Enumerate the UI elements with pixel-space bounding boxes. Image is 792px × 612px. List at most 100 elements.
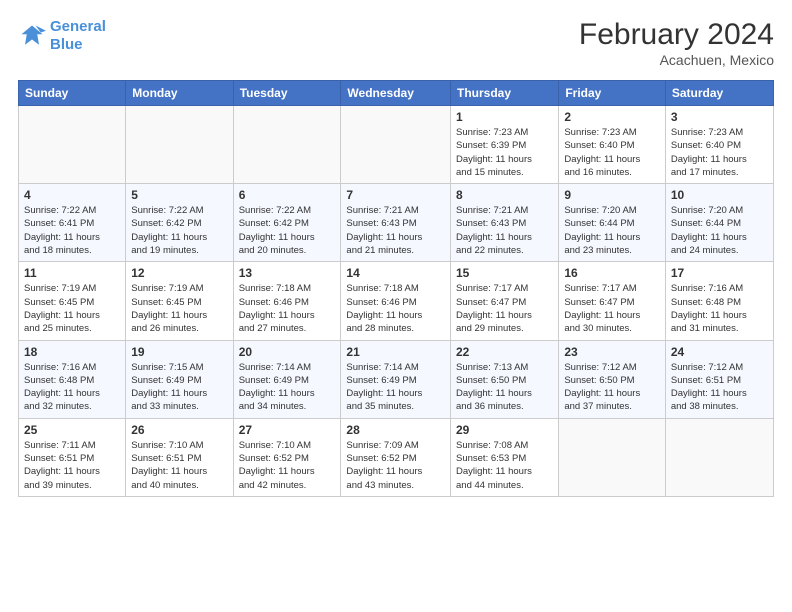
weekday-header-row: SundayMondayTuesdayWednesdayThursdayFrid… <box>19 81 774 106</box>
weekday-header-monday: Monday <box>126 81 233 106</box>
day-info: Sunrise: 7:15 AM Sunset: 6:49 PM Dayligh… <box>131 361 227 414</box>
calendar-cell: 5 Sunrise: 7:22 AM Sunset: 6:42 PM Daylig… <box>126 184 233 262</box>
day-number: 15 <box>456 266 553 280</box>
calendar-cell: 4Sunrise: 7:22 AM Sunset: 6:41 PM Daylig… <box>19 184 126 262</box>
calendar-cell: 7 Sunrise: 7:21 AM Sunset: 6:43 PM Daylig… <box>341 184 451 262</box>
calendar-cell: 22Sunrise: 7:13 AM Sunset: 6:50 PM Dayli… <box>451 340 559 418</box>
day-number: 24 <box>671 345 768 359</box>
day-number: 18 <box>24 345 120 359</box>
calendar-cell: 26 Sunrise: 7:10 AM Sunset: 6:51 PM Dayli… <box>126 418 233 496</box>
day-info: Sunrise: 7:17 AM Sunset: 6:47 PM Dayligh… <box>564 282 660 335</box>
day-info: Sunrise: 7:09 AM Sunset: 6:52 PM Dayligh… <box>346 439 445 492</box>
day-info: Sunrise: 7:23 AM Sunset: 6:40 PM Dayligh… <box>671 126 768 179</box>
logo-bird-icon <box>18 22 46 50</box>
logo-text: General Blue <box>50 18 106 54</box>
day-info: Sunrise: 7:23 AM Sunset: 6:39 PM Dayligh… <box>456 126 553 179</box>
calendar-cell: 1 Sunrise: 7:23 AM Sunset: 6:39 PM Daylig… <box>451 106 559 184</box>
calendar-cell <box>559 418 666 496</box>
day-number: 14 <box>346 266 445 280</box>
weekday-header-friday: Friday <box>559 81 666 106</box>
calendar-cell: 21 Sunrise: 7:14 AM Sunset: 6:49 PM Dayli… <box>341 340 451 418</box>
day-number: 16 <box>564 266 660 280</box>
calendar-cell: 17 Sunrise: 7:16 AM Sunset: 6:48 PM Dayli… <box>665 262 773 340</box>
calendar-cell: 16 Sunrise: 7:17 AM Sunset: 6:47 PM Dayli… <box>559 262 666 340</box>
weekday-header-tuesday: Tuesday <box>233 81 341 106</box>
day-number: 2 <box>564 110 660 124</box>
calendar-week-row: 18 Sunrise: 7:16 AM Sunset: 6:48 PM Dayli… <box>19 340 774 418</box>
logo-blue: Blue <box>50 36 83 53</box>
day-number: 29 <box>456 423 553 437</box>
day-info: Sunrise: 7:14 AM Sunset: 6:49 PM Dayligh… <box>239 361 336 414</box>
day-info: Sunrise: 7:12 AM Sunset: 6:50 PM Dayligh… <box>564 361 660 414</box>
day-number: 27 <box>239 423 336 437</box>
calendar-week-row: 11 Sunrise: 7:19 AM Sunset: 6:45 PM Dayli… <box>19 262 774 340</box>
calendar-cell: 29 Sunrise: 7:08 AM Sunset: 6:53 PM Dayli… <box>451 418 559 496</box>
day-number: 21 <box>346 345 445 359</box>
weekday-header-sunday: Sunday <box>19 81 126 106</box>
day-number: 6 <box>239 188 336 202</box>
location: Acachuen, Mexico <box>579 52 774 68</box>
calendar-cell: 23 Sunrise: 7:12 AM Sunset: 6:50 PM Dayli… <box>559 340 666 418</box>
calendar-cell <box>341 106 451 184</box>
day-info: Sunrise: 7:10 AM Sunset: 6:52 PM Dayligh… <box>239 439 336 492</box>
calendar-week-row: 1 Sunrise: 7:23 AM Sunset: 6:39 PM Daylig… <box>19 106 774 184</box>
logo: General Blue <box>18 18 106 54</box>
page: General Blue February 2024 Acachuen, Mex… <box>0 0 792 612</box>
day-number: 20 <box>239 345 336 359</box>
day-info: Sunrise: 7:08 AM Sunset: 6:53 PM Dayligh… <box>456 439 553 492</box>
day-info: Sunrise: 7:18 AM Sunset: 6:46 PM Dayligh… <box>239 282 336 335</box>
day-number: 1 <box>456 110 553 124</box>
day-info: Sunrise: 7:10 AM Sunset: 6:51 PM Dayligh… <box>131 439 227 492</box>
day-number: 13 <box>239 266 336 280</box>
day-info: Sunrise: 7:19 AM Sunset: 6:45 PM Dayligh… <box>24 282 120 335</box>
day-info: Sunrise: 7:16 AM Sunset: 6:48 PM Dayligh… <box>671 282 768 335</box>
calendar-cell: 11 Sunrise: 7:19 AM Sunset: 6:45 PM Dayli… <box>19 262 126 340</box>
day-number: 23 <box>564 345 660 359</box>
calendar-cell: 12Sunrise: 7:19 AM Sunset: 6:45 PM Dayli… <box>126 262 233 340</box>
calendar-week-row: 25 Sunrise: 7:11 AM Sunset: 6:51 PM Dayli… <box>19 418 774 496</box>
day-number: 3 <box>671 110 768 124</box>
day-number: 5 <box>131 188 227 202</box>
calendar-cell: 25 Sunrise: 7:11 AM Sunset: 6:51 PM Dayli… <box>19 418 126 496</box>
calendar-cell: 18 Sunrise: 7:16 AM Sunset: 6:48 PM Dayli… <box>19 340 126 418</box>
day-info: Sunrise: 7:18 AM Sunset: 6:46 PM Dayligh… <box>346 282 445 335</box>
day-number: 17 <box>671 266 768 280</box>
day-number: 26 <box>131 423 227 437</box>
calendar-cell: 28 Sunrise: 7:09 AM Sunset: 6:52 PM Dayli… <box>341 418 451 496</box>
calendar-cell: 20 Sunrise: 7:14 AM Sunset: 6:49 PM Dayli… <box>233 340 341 418</box>
day-info: Sunrise: 7:22 AM Sunset: 6:42 PM Dayligh… <box>131 204 227 257</box>
day-info: Sunrise: 7:22 AM Sunset: 6:42 PM Dayligh… <box>239 204 336 257</box>
day-number: 9 <box>564 188 660 202</box>
day-number: 25 <box>24 423 120 437</box>
day-number: 19 <box>131 345 227 359</box>
month-title: February 2024 <box>579 18 774 52</box>
calendar-cell <box>665 418 773 496</box>
day-info: Sunrise: 7:11 AM Sunset: 6:51 PM Dayligh… <box>24 439 120 492</box>
day-number: 4 <box>24 188 120 202</box>
calendar-cell: 10Sunrise: 7:20 AM Sunset: 6:44 PM Dayli… <box>665 184 773 262</box>
calendar-cell: 9 Sunrise: 7:20 AM Sunset: 6:44 PM Daylig… <box>559 184 666 262</box>
day-info: Sunrise: 7:21 AM Sunset: 6:43 PM Dayligh… <box>346 204 445 257</box>
day-number: 11 <box>24 266 120 280</box>
calendar-cell <box>233 106 341 184</box>
calendar-cell: 27 Sunrise: 7:10 AM Sunset: 6:52 PM Dayli… <box>233 418 341 496</box>
day-number: 8 <box>456 188 553 202</box>
day-info: Sunrise: 7:20 AM Sunset: 6:44 PM Dayligh… <box>564 204 660 257</box>
day-number: 28 <box>346 423 445 437</box>
day-info: Sunrise: 7:12 AM Sunset: 6:51 PM Dayligh… <box>671 361 768 414</box>
day-number: 22 <box>456 345 553 359</box>
weekday-header-thursday: Thursday <box>451 81 559 106</box>
calendar-cell: 14 Sunrise: 7:18 AM Sunset: 6:46 PM Dayli… <box>341 262 451 340</box>
calendar-cell <box>19 106 126 184</box>
day-info: Sunrise: 7:19 AM Sunset: 6:45 PM Dayligh… <box>131 282 227 335</box>
day-info: Sunrise: 7:16 AM Sunset: 6:48 PM Dayligh… <box>24 361 120 414</box>
logo-general: General <box>50 18 106 35</box>
day-info: Sunrise: 7:21 AM Sunset: 6:43 PM Dayligh… <box>456 204 553 257</box>
header: General Blue February 2024 Acachuen, Mex… <box>18 18 774 68</box>
day-number: 7 <box>346 188 445 202</box>
calendar-table: SundayMondayTuesdayWednesdayThursdayFrid… <box>18 80 774 497</box>
day-info: Sunrise: 7:14 AM Sunset: 6:49 PM Dayligh… <box>346 361 445 414</box>
day-info: Sunrise: 7:20 AM Sunset: 6:44 PM Dayligh… <box>671 204 768 257</box>
day-info: Sunrise: 7:23 AM Sunset: 6:40 PM Dayligh… <box>564 126 660 179</box>
weekday-header-wednesday: Wednesday <box>341 81 451 106</box>
